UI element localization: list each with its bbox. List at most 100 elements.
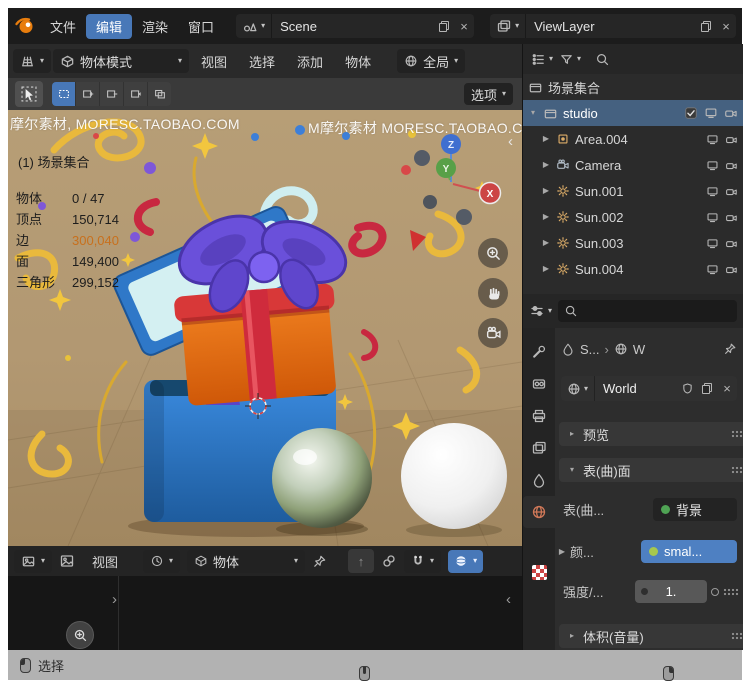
monitor-icon[interactable] [706,263,719,276]
camera-icon[interactable] [725,237,738,250]
select-mode-intersect[interactable] [148,82,171,106]
monitor-icon[interactable] [706,185,719,198]
editor-type-selector[interactable]: ▾ [14,549,53,573]
close-icon[interactable]: × [716,14,736,38]
menu-edit[interactable]: 编辑 [86,13,133,39]
world-browse-button[interactable]: ▾ [561,376,596,401]
menu-view[interactable]: 视图 [191,49,237,74]
move-up-button[interactable]: ↑ [348,549,375,573]
panel-surface[interactable]: ▾ 表(曲)面 [559,458,743,482]
viewlayer-browse-button[interactable]: ▾ [490,14,527,38]
active-tool-button[interactable] [15,81,43,107]
drag-grip-icon[interactable] [723,587,739,596]
expander-icon[interactable]: ▶ [541,187,551,195]
tab-tool[interactable] [523,336,555,368]
tab-output[interactable] [523,400,555,432]
tab-scene[interactable] [523,464,555,496]
navigation-gizmo[interactable]: Z Y X [406,122,510,226]
drag-grip-icon[interactable] [731,430,743,438]
options-dropdown[interactable]: 选项 ▾ [463,83,513,105]
color-value-button[interactable]: smal... [641,540,737,563]
outliner-row-sun003[interactable]: ▶ Sun.003 [523,230,743,256]
pan-hand-button[interactable] [478,278,508,308]
monitor-icon[interactable] [706,211,719,224]
bottom-editor-canvas[interactable]: › ‹ [8,576,522,650]
drag-grip-icon[interactable] [731,466,743,474]
outliner-row-area004[interactable]: ▶ Area.004 [523,126,743,152]
expander-icon[interactable]: ▶ [541,135,551,143]
scene-name[interactable]: Scene [272,19,434,34]
scene-selector[interactable]: ▾ Scene × [236,14,475,38]
close-icon[interactable]: × [454,14,474,38]
menu-view-bottom[interactable]: 视图 [82,549,128,574]
expander-icon[interactable]: ▶ [541,239,551,247]
time-dropdown[interactable]: ▾ [143,549,181,573]
tab-view-layer[interactable] [523,432,555,464]
viewport-canvas[interactable]: 摩尔素材, MORESC.TAOBAO.COM M摩尔素材 MORESC.TAO… [8,110,522,546]
pin-button[interactable] [312,554,327,569]
camera-icon[interactable] [725,133,738,146]
tab-texture[interactable] [523,556,555,588]
panel-preview[interactable]: ▸ 预览 [559,422,743,446]
unlink-button[interactable]: × [717,376,737,401]
select-mode-invert[interactable] [124,82,148,106]
breadcrumb-scene[interactable]: S... [580,342,600,357]
expand-arrow-right[interactable]: › [112,592,117,607]
world-name-field[interactable]: World [595,381,677,396]
outliner-row-camera[interactable]: ▶ Camera [523,152,743,178]
sidebar-toggle-arrow[interactable]: ‹ [508,134,513,149]
menu-add[interactable]: 添加 [287,49,333,74]
outliner-row-sun004[interactable]: ▶ Sun.004 [523,256,743,282]
strength-slider[interactable]: 1. [635,580,707,603]
select-mode-extend[interactable] [76,82,100,106]
animate-decorator-icon[interactable] [711,587,719,596]
select-mode-new[interactable] [52,82,76,106]
zoom-button-small[interactable] [66,621,94,649]
gizmo-negative-axis[interactable] [423,195,437,209]
outliner-search-button[interactable] [595,52,610,67]
breadcrumb-world[interactable]: W [633,342,645,357]
surface-type-dropdown[interactable]: 背景 [653,498,737,521]
expand-arrow-left[interactable]: ‹ [506,592,511,607]
mode-selector[interactable]: 物体模式 ▾ [53,49,190,73]
scene-browse-button[interactable]: ▾ [236,14,273,38]
blender-logo-icon[interactable] [14,14,40,39]
zoom-button[interactable] [478,238,508,268]
new-viewlayer-button[interactable] [696,14,716,38]
menu-select[interactable]: 选择 [239,49,285,74]
object-dropdown[interactable]: 物体 ▾ [187,549,306,573]
viewlayer-selector[interactable]: ▾ ViewLayer × [490,14,736,38]
expander-icon[interactable]: ▶ [557,547,567,556]
outliner-row-sun001[interactable]: ▶ Sun.001 [523,178,743,204]
expander-icon[interactable]: ▶ [541,161,551,169]
gizmo-negative-axis[interactable] [414,150,430,166]
monitor-icon[interactable] [706,133,719,146]
camera-icon[interactable] [725,211,738,224]
camera-icon[interactable] [724,106,738,120]
menu-render[interactable]: 渲染 [132,14,178,39]
gizmo-negative-axis[interactable] [456,209,472,225]
pin-button[interactable] [723,342,737,356]
snap-dropdown[interactable]: ▾ [404,549,442,573]
transform-orientation-selector[interactable]: 全局 ▾ [397,49,466,73]
new-world-button[interactable] [697,376,717,401]
proportional-edit-button[interactable]: ▾ [448,549,484,573]
tab-world[interactable] [523,496,555,528]
menu-window[interactable]: 窗口 [178,14,224,39]
menu-file[interactable]: 文件 [40,14,86,39]
select-mode-subtract[interactable] [100,82,124,106]
properties-editor-selector[interactable]: ▾ [529,303,552,319]
outliner-filter-dropdown[interactable]: ▾ [559,52,581,67]
monitor-icon[interactable] [704,106,718,120]
outliner-editor-selector[interactable]: ▾ [531,52,553,67]
outliner-row-sun002[interactable]: ▶ Sun.002 [523,204,743,230]
expander-icon[interactable]: ▾ [528,109,538,117]
link-button[interactable] [381,553,397,569]
monitor-icon[interactable] [706,237,719,250]
new-scene-button[interactable] [434,14,454,38]
expander-icon[interactable]: ▶ [541,265,551,273]
outliner-row-scene-collection[interactable]: 场景集合 [523,74,743,100]
expander-icon[interactable]: ▶ [541,213,551,221]
tab-render[interactable] [523,368,555,400]
drag-grip-icon[interactable] [731,632,743,640]
